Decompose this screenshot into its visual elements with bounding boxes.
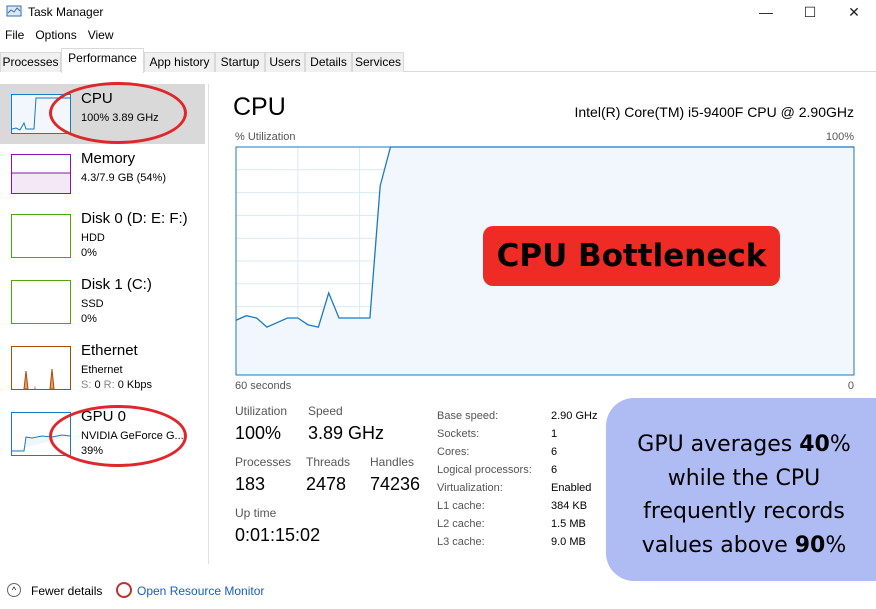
page-title: CPU	[233, 93, 286, 121]
spec-value: 2.90 GHz	[551, 410, 598, 422]
chevron-up-icon[interactable]: ^	[7, 583, 21, 597]
x-min-label: 60 seconds	[235, 380, 292, 392]
highlight-ellipse-gpu	[49, 405, 187, 467]
note-line: GPU averages 40%	[606, 428, 876, 462]
cpu-model: Intel(R) Core(TM) i5-9400F CPU @ 2.90GHz	[574, 104, 854, 120]
spec-value: 6	[551, 464, 558, 476]
note-line: while the CPU	[606, 462, 876, 496]
spec-value: 9.0 MB	[551, 536, 586, 548]
spec-label: L2 cache:	[437, 518, 485, 530]
minimize-button[interactable]: —	[744, 0, 788, 24]
send-value: 0	[94, 379, 101, 391]
sidebar-title: Memory	[81, 150, 136, 167]
tab-startup[interactable]: Startup	[215, 52, 265, 72]
y-axis-label: % Utilization	[235, 131, 296, 143]
sidebar-subtitle: HDD 0%	[81, 231, 105, 261]
menu-bar: File Options View	[0, 28, 120, 46]
menu-file[interactable]: File	[5, 28, 24, 42]
spec-label: Sockets:	[437, 428, 480, 440]
sidebar-item-disk-1[interactable]: Disk 1 (C:) SSD 0%	[0, 270, 205, 330]
note-text: while the CPU	[667, 465, 821, 491]
receive-value: 0 Kbps	[117, 379, 152, 391]
tab-details[interactable]: Details	[305, 52, 352, 72]
disk-usage: 0%	[81, 247, 97, 259]
spec-value: 1.5 MB	[551, 518, 586, 530]
uptime-value: 0:01:15:02	[235, 525, 321, 545]
gpu-cpu-note: GPU averages 40% while the CPU frequently …	[606, 398, 876, 581]
note-text: 90	[794, 532, 826, 558]
footer: ^ Fewer details Open Resource Monitor	[0, 580, 876, 602]
resource-monitor-icon	[116, 582, 132, 598]
note-text: frequently records	[643, 499, 845, 524]
threads-label: Threads	[306, 455, 351, 469]
spec-value: 384 KB	[551, 500, 588, 512]
disk-type: HDD	[81, 232, 105, 244]
processes-value: 183	[235, 474, 266, 494]
highlight-ellipse-cpu	[49, 82, 187, 144]
y-max-label: 100%	[825, 131, 854, 143]
uptime-label: Up time	[235, 506, 277, 520]
disk-thumbnail-graph	[11, 214, 71, 258]
sidebar-item-memory[interactable]: Memory 4.3/7.9 GB (54%)	[0, 144, 205, 204]
note-line: frequently records	[606, 495, 876, 529]
spec-value: 6	[551, 446, 558, 458]
sidebar-title: Ethernet	[81, 342, 138, 359]
sidebar-subtitle: Ethernet S: 0 R: 0 Kbps	[81, 363, 152, 393]
sidebar-title: Disk 1 (C:)	[81, 276, 152, 293]
utilization-label: Utilization	[235, 404, 288, 418]
fewer-details-button[interactable]: Fewer details	[31, 584, 102, 598]
note-text: GPU averages	[637, 432, 800, 457]
utilization-value: 100%	[235, 423, 282, 443]
tab-users[interactable]: Users	[265, 52, 305, 72]
handles-value: 74236	[370, 474, 421, 494]
task-manager-icon	[6, 5, 22, 17]
adapter-name: Ethernet	[81, 364, 123, 376]
note-text: %	[825, 532, 847, 558]
sidebar-title: Disk 0 (D: E: F:)	[81, 210, 188, 227]
tab-app-history[interactable]: App history	[144, 52, 215, 72]
threads-value: 2478	[306, 474, 347, 494]
sidebar-subtitle: 4.3/7.9 GB (54%)	[81, 172, 166, 184]
close-button[interactable]: ✕	[832, 0, 876, 24]
receive-label: R:	[103, 379, 115, 391]
speed-label: Speed	[308, 404, 343, 418]
disk-type: SSD	[81, 298, 104, 310]
disk-usage: 0%	[81, 313, 97, 325]
spec-label: Virtualization:	[437, 482, 503, 494]
note-text: 40	[799, 432, 830, 457]
panel-divider[interactable]	[208, 84, 209, 564]
sidebar-item-ethernet[interactable]: Ethernet Ethernet S: 0 R: 0 Kbps	[0, 336, 205, 396]
sidebar-subtitle: SSD 0%	[81, 297, 104, 327]
note-text: values above	[641, 532, 795, 558]
bottleneck-annotation: CPU Bottleneck	[483, 226, 780, 286]
title-bar: Task Manager — ☐ ✕	[0, 0, 876, 24]
send-label: S:	[81, 379, 92, 391]
tab-performance[interactable]: Performance	[61, 48, 144, 73]
tab-services[interactable]: Services	[352, 52, 404, 72]
memory-thumbnail-graph	[11, 154, 71, 194]
handles-label: Handles	[370, 455, 415, 469]
menu-view[interactable]: View	[88, 28, 114, 42]
spec-value: 1	[551, 428, 558, 440]
spec-label: Logical processors:	[437, 464, 532, 476]
processes-label: Processes	[235, 455, 292, 469]
disk-thumbnail-graph	[11, 280, 71, 324]
speed-value: 3.89 GHz	[308, 423, 385, 443]
note-line: values above 90%	[606, 529, 876, 563]
menu-options[interactable]: Options	[35, 28, 76, 42]
spec-label: Base speed:	[437, 410, 499, 422]
spec-label: L3 cache:	[437, 536, 485, 548]
window-title: Task Manager	[28, 5, 104, 19]
open-resource-monitor-link[interactable]: Open Resource Monitor	[137, 584, 264, 598]
spec-value: Enabled	[551, 482, 592, 494]
x-max-label: 0	[847, 380, 854, 392]
note-text: %	[829, 432, 851, 457]
maximize-button[interactable]: ☐	[788, 0, 832, 24]
ethernet-thumbnail-graph	[11, 346, 71, 390]
sidebar-item-disk-0[interactable]: Disk 0 (D: E: F:) HDD 0%	[0, 204, 205, 264]
tab-processes[interactable]: Processes	[0, 52, 61, 72]
spec-label: Cores:	[437, 446, 470, 458]
spec-label: L1 cache:	[437, 500, 485, 512]
tab-bar: Processes Performance App history Startu…	[0, 48, 876, 73]
